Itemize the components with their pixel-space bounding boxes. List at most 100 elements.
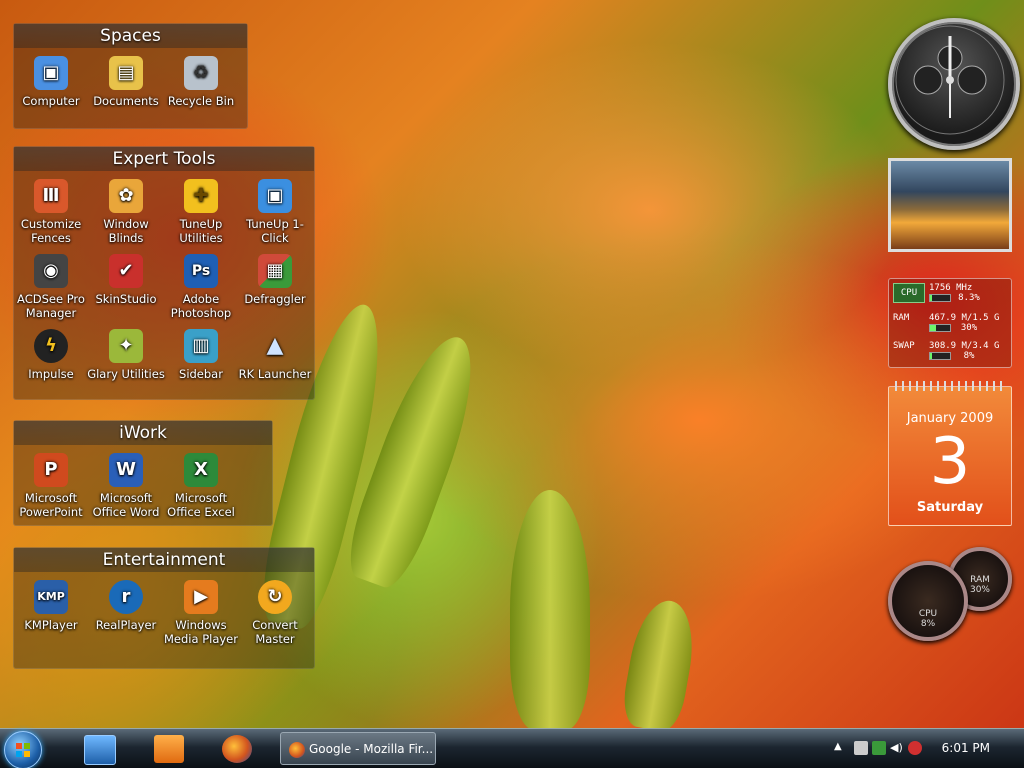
desktop-icon-skinstudio[interactable]: ✔ SkinStudio <box>87 254 165 306</box>
desktop-icon-label: Microsoft Office Word <box>92 491 160 519</box>
fence-title: Entertainment <box>14 548 314 572</box>
taskbar-button-firefox[interactable]: Google - Mozilla Fir... <box>280 732 436 765</box>
quicklaunch-firefox-icon[interactable] <box>222 735 252 763</box>
firefox-icon <box>289 742 305 758</box>
desktop-icon-customize-fences[interactable]: Ⅲ Customize Fences <box>12 179 90 245</box>
desktop-icon-window-blinds[interactable]: ✿ Window Blinds <box>87 179 165 245</box>
calendar-day: 3 <box>929 425 971 499</box>
quicklaunch-media-player-icon[interactable] <box>154 735 184 763</box>
fences-icon: Ⅲ <box>34 179 68 213</box>
desktop-icon-tuneup-utilities[interactable]: ✚ TuneUp Utilities <box>162 179 240 245</box>
kmplayer-icon: KMP <box>34 580 68 614</box>
safely-remove-icon[interactable] <box>872 741 886 755</box>
desktop-icon-label: Microsoft PowerPoint <box>19 491 83 519</box>
desktop-icon-wmp[interactable]: ▶ Windows Media Player <box>162 580 240 646</box>
desktop-icon-tuneup-1click[interactable]: ▣ TuneUp 1-Click <box>236 179 314 245</box>
desktop-icon-label: RealPlayer <box>95 618 157 632</box>
desktop-icon-realplayer[interactable]: r RealPlayer <box>87 580 165 632</box>
ram-label: RAM <box>893 313 910 323</box>
wallpaper-bud <box>619 595 701 735</box>
wmp-icon: ▶ <box>184 580 218 614</box>
skinstudio-icon: ✔ <box>109 254 143 288</box>
tuneup-utilities-icon: ✚ <box>184 179 218 213</box>
desktop-icon-sidebar[interactable]: ▥ Sidebar <box>162 329 240 381</box>
quicklaunch-show-desktop-icon[interactable] <box>84 735 116 765</box>
windowblinds-icon: ✿ <box>109 179 143 213</box>
wallpaper-bud <box>510 490 590 730</box>
desktop-icon-impulse[interactable]: ϟ Impulse <box>12 329 90 381</box>
powerpoint-icon: P <box>34 453 68 487</box>
desktop-icon-recycle-bin[interactable]: ♻ Recycle Bin <box>162 56 240 108</box>
taskbar-button-label: Google - Mozilla Fir... <box>309 742 434 756</box>
desktop-icon-label: KMPlayer <box>24 618 78 632</box>
excel-icon: X <box>184 453 218 487</box>
volume-icon[interactable]: ◀) <box>890 741 904 755</box>
impulse-icon: ϟ <box>34 329 68 363</box>
photoshop-icon: Ps <box>184 254 218 288</box>
cpu-chip-icon: CPU <box>893 283 925 303</box>
desktop-icon-label: SkinStudio <box>95 292 157 306</box>
system-monitor-gadget[interactable]: CPU 1756 MHz 8.3% RAM 467.9 M/1.5 G 30% … <box>888 278 1012 368</box>
desktop-icon-kmplayer[interactable]: KMP KMPlayer <box>12 580 90 632</box>
desktop-icon-label: Recycle Bin <box>167 94 235 108</box>
tray-clock[interactable]: 6:01 PM <box>942 741 990 755</box>
computer-icon: ▣ <box>34 56 68 90</box>
swap-label: SWAP <box>893 341 915 351</box>
desktop-icon-label: Window Blinds <box>103 217 149 245</box>
calendar-weekday: Saturday <box>916 500 984 515</box>
desktop-icon-label: Computer <box>22 94 80 108</box>
defraggler-icon: ▦ <box>258 254 292 288</box>
clock-face-icon <box>895 25 1005 135</box>
desktop-icon-powerpoint[interactable]: P Microsoft PowerPoint <box>12 453 90 519</box>
desktop-icon-label: TuneUp 1-Click <box>246 217 304 245</box>
desktop-icon-label: Microsoft Office Excel <box>167 491 235 519</box>
antivirus-icon[interactable] <box>908 741 922 755</box>
desktop-icon-label: RK Launcher <box>238 367 312 381</box>
calendar-gadget[interactable]: January 2009 3 Saturday <box>888 381 1012 526</box>
fence-iwork[interactable]: iWork P Microsoft PowerPoint W Microsoft… <box>13 420 273 526</box>
desktop-icon-documents[interactable]: ▤ Documents <box>87 56 165 108</box>
desktop-icon-acdsee[interactable]: ◉ ACDSee Pro Manager <box>12 254 90 320</box>
fence-expert-tools[interactable]: Expert Tools Ⅲ Customize Fences ✿ Window… <box>13 146 315 400</box>
ram-value: 467.9 M/1.5 G <box>929 313 1000 323</box>
desktop-icon-label: Impulse <box>28 367 74 381</box>
desktop-icon-label: Documents <box>93 94 159 108</box>
convert-master-icon: ↻ <box>258 580 292 614</box>
desktop-icon-photoshop[interactable]: Ps Adobe Photoshop <box>162 254 240 320</box>
ram-percent: 30% <box>960 323 978 333</box>
fence-spaces[interactable]: Spaces ▣ Computer ▤ Documents ♻ Recycle … <box>13 23 248 129</box>
calendar-month: January 2009 <box>906 411 994 426</box>
desktop-icon-computer[interactable]: ▣ Computer <box>12 56 90 108</box>
cpu-percent: 8.3% <box>958 293 980 303</box>
rocket-icon: ▲ <box>266 333 284 358</box>
start-button[interactable] <box>4 731 42 768</box>
desktop-icon-label: ACDSee Pro Manager <box>17 292 85 320</box>
slideshow-gadget[interactable] <box>888 158 1012 252</box>
desktop-icon-rk-launcher[interactable]: ▲ RK Launcher <box>236 329 314 382</box>
documents-folder-icon: ▤ <box>109 56 143 90</box>
fence-entertainment[interactable]: Entertainment KMP KMPlayer r RealPlayer … <box>13 547 315 669</box>
tuneup-1click-icon: ▣ <box>258 179 292 213</box>
swap-value: 308.9 M/3.4 G <box>929 341 1000 351</box>
desktop-icon-label: Customize Fences <box>20 217 82 245</box>
cpu-meter-gadget[interactable]: RAM 30% CPU 8% <box>888 545 1018 645</box>
desktop-icon-convert-master[interactable]: ↻ Convert Master <box>236 580 314 646</box>
desktop-icon-word[interactable]: W Microsoft Office Word <box>87 453 165 519</box>
desktop-icon-label: TuneUp Utilities <box>179 217 223 245</box>
word-icon: W <box>109 453 143 487</box>
clock-gadget[interactable] <box>888 18 1020 150</box>
network-icon[interactable] <box>854 741 868 755</box>
desktop-icon-label: Glary Utilities <box>87 367 165 381</box>
desktop-icon-label: Defraggler <box>244 292 306 306</box>
desktop-icon-glary-utilities[interactable]: ✦ Glary Utilities <box>87 329 165 381</box>
desktop-icon-defraggler[interactable]: ▦ Defraggler <box>236 254 314 306</box>
desktop-icon-label: Adobe Photoshop <box>170 292 232 320</box>
cpu-value: 1756 MHz <box>929 283 973 293</box>
acdsee-camera-icon: ◉ <box>34 254 68 288</box>
calendar-rings-icon <box>895 381 1005 391</box>
glary-utilities-icon: ✦ <box>109 329 143 363</box>
cpu-gauge-label: CPU <box>918 609 938 619</box>
tray-expand-icon[interactable]: ▲ <box>834 741 848 755</box>
cpu-gauge-percent: 8% <box>920 619 936 629</box>
desktop-icon-excel[interactable]: X Microsoft Office Excel <box>162 453 240 519</box>
